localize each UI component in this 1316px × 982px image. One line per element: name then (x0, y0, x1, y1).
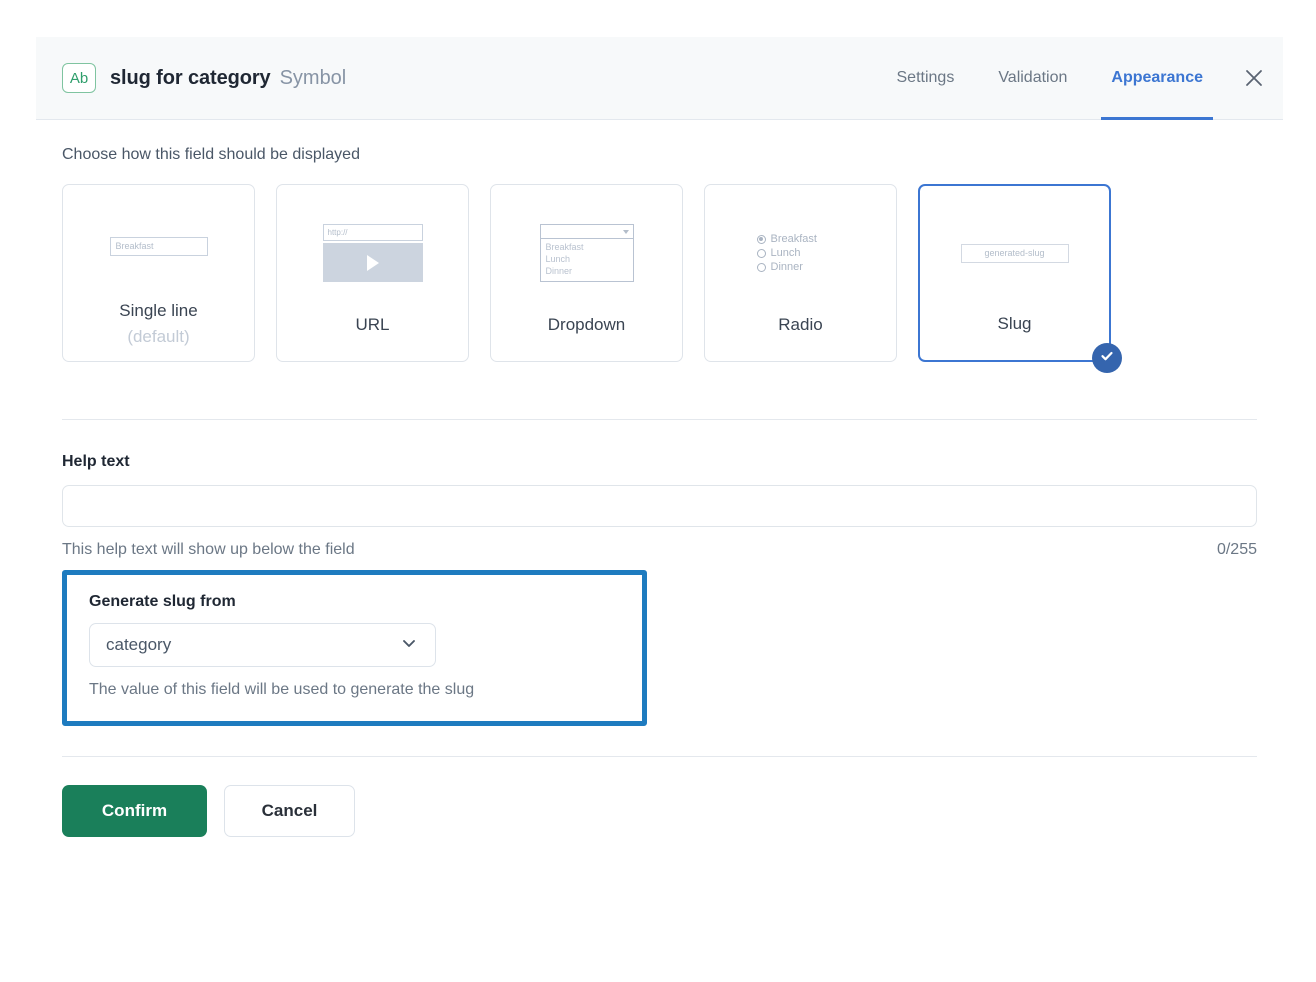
preview-radio-row: Dinner (756, 261, 845, 273)
caret-down-icon (622, 229, 629, 234)
preview-radio-list: Breakfast Lunch Dinner (756, 233, 845, 273)
appearance-option-url-name: URL (355, 315, 390, 334)
close-button[interactable] (1225, 37, 1283, 119)
preview-dropdown-list: Breakfast Lunch Dinner (541, 239, 633, 281)
slug-source-highlight-box: Generate slug from category The value of… (62, 570, 647, 726)
tab-settings[interactable]: Settings (875, 37, 977, 119)
page-title: slug for category (110, 66, 271, 89)
field-type-badge-label: Ab (69, 69, 89, 87)
preview-radio-row: Lunch (756, 247, 845, 259)
tab-validation-label: Validation (998, 69, 1068, 86)
modal-tabs: Settings Validation Appearance (875, 37, 1284, 120)
preview-slug: generated-slug (920, 186, 1109, 314)
preview-radio: Breakfast Lunch Dinner (705, 185, 896, 315)
preview-text-input: Breakfast (109, 236, 208, 256)
radio-unselected-icon (756, 248, 766, 258)
radio-unselected-icon (756, 262, 766, 272)
tab-appearance-label: Appearance (1111, 69, 1203, 86)
slug-source-select-value: category (106, 635, 172, 654)
appearance-option-radio[interactable]: Breakfast Lunch Dinner Radio (704, 184, 897, 362)
tab-settings-label: Settings (896, 69, 955, 86)
help-text-input[interactable] (62, 485, 1257, 527)
help-text-hint: This help text will show up below the fi… (62, 541, 355, 558)
field-type-label: Symbol (279, 66, 347, 89)
preview-slug-input: generated-slug (960, 243, 1069, 263)
check-icon (1099, 348, 1115, 369)
slug-source-select[interactable]: category (89, 623, 436, 667)
appearance-option-radio-labels: Radio (705, 315, 896, 361)
preview-dropdown-item: Breakfast (545, 242, 584, 252)
slug-source-label: Generate slug from (89, 593, 236, 610)
appearance-option-single-line-sub: (default) (127, 327, 190, 346)
appearance-option-slug[interactable]: generated-slug Slug (918, 184, 1122, 373)
preview-video-thumb (322, 243, 423, 282)
tab-validation[interactable]: Validation (976, 37, 1089, 119)
slug-source-hint: The value of this field will be used to … (89, 681, 475, 698)
play-icon (366, 254, 379, 271)
preview-radio-label: Lunch (770, 247, 801, 259)
appearance-option-dropdown-name: Dropdown (547, 315, 626, 334)
divider-bottom (62, 756, 1257, 757)
close-icon (1244, 68, 1264, 88)
help-text-counter: 0/255 (1216, 541, 1257, 558)
cancel-button[interactable]: Cancel (224, 785, 355, 837)
appearance-options: Breakfast Single line (default) http:// … (62, 184, 1257, 373)
preview-dropdown-box: Breakfast Lunch Dinner (539, 224, 634, 282)
preview-dropdown-item: Lunch (545, 254, 571, 264)
preview-radio-row: Breakfast (756, 233, 845, 245)
appearance-option-single-line-name: Single line (119, 301, 198, 320)
preview-url: http:// (277, 185, 468, 315)
appearance-option-single-line[interactable]: Breakfast Single line (default) (62, 184, 255, 362)
appearance-option-dropdown-labels: Dropdown (491, 315, 682, 361)
appearance-option-radio-name: Radio (778, 315, 823, 334)
confirm-button[interactable]: Confirm (62, 785, 207, 837)
radio-selected-icon (756, 234, 766, 244)
preview-radio-label: Breakfast (770, 233, 817, 245)
divider-top (62, 419, 1257, 420)
appearance-option-dropdown[interactable]: Breakfast Lunch Dinner Dropdown (490, 184, 683, 362)
appearance-option-slug-labels: Slug (920, 314, 1109, 360)
preview-dropdown-item: Dinner (545, 266, 573, 276)
footer-actions: Confirm Cancel (62, 785, 1257, 847)
modal-body: Choose how this field should be displaye… (36, 146, 1283, 847)
field-type-badge: Ab (62, 63, 96, 93)
chevron-down-icon (399, 633, 419, 658)
preview-url-input: http:// (322, 224, 423, 241)
preview-dropdown-head (540, 225, 633, 239)
appearance-option-url[interactable]: http:// URL (276, 184, 469, 362)
preview-dropdown: Breakfast Lunch Dinner (491, 185, 682, 315)
appearance-option-slug-name: Slug (997, 314, 1032, 333)
preview-single-line: Breakfast (63, 185, 254, 301)
appearance-option-url-labels: URL (277, 315, 468, 361)
tab-appearance[interactable]: Appearance (1089, 37, 1225, 120)
slug-source-section: Generate slug from category The value of… (62, 570, 647, 726)
appearance-section-label: Choose how this field should be displaye… (62, 146, 360, 163)
preview-radio-label: Dinner (770, 261, 803, 273)
modal-header: Ab slug for category Symbol Settings Val… (36, 37, 1283, 120)
selected-check-badge (1092, 343, 1122, 373)
appearance-option-single-line-labels: Single line (default) (63, 301, 254, 361)
help-text-label: Help text (62, 453, 130, 470)
help-text-footer: This help text will show up below the fi… (62, 541, 1257, 559)
field-appearance-modal: Ab slug for category Symbol Settings Val… (36, 37, 1283, 967)
